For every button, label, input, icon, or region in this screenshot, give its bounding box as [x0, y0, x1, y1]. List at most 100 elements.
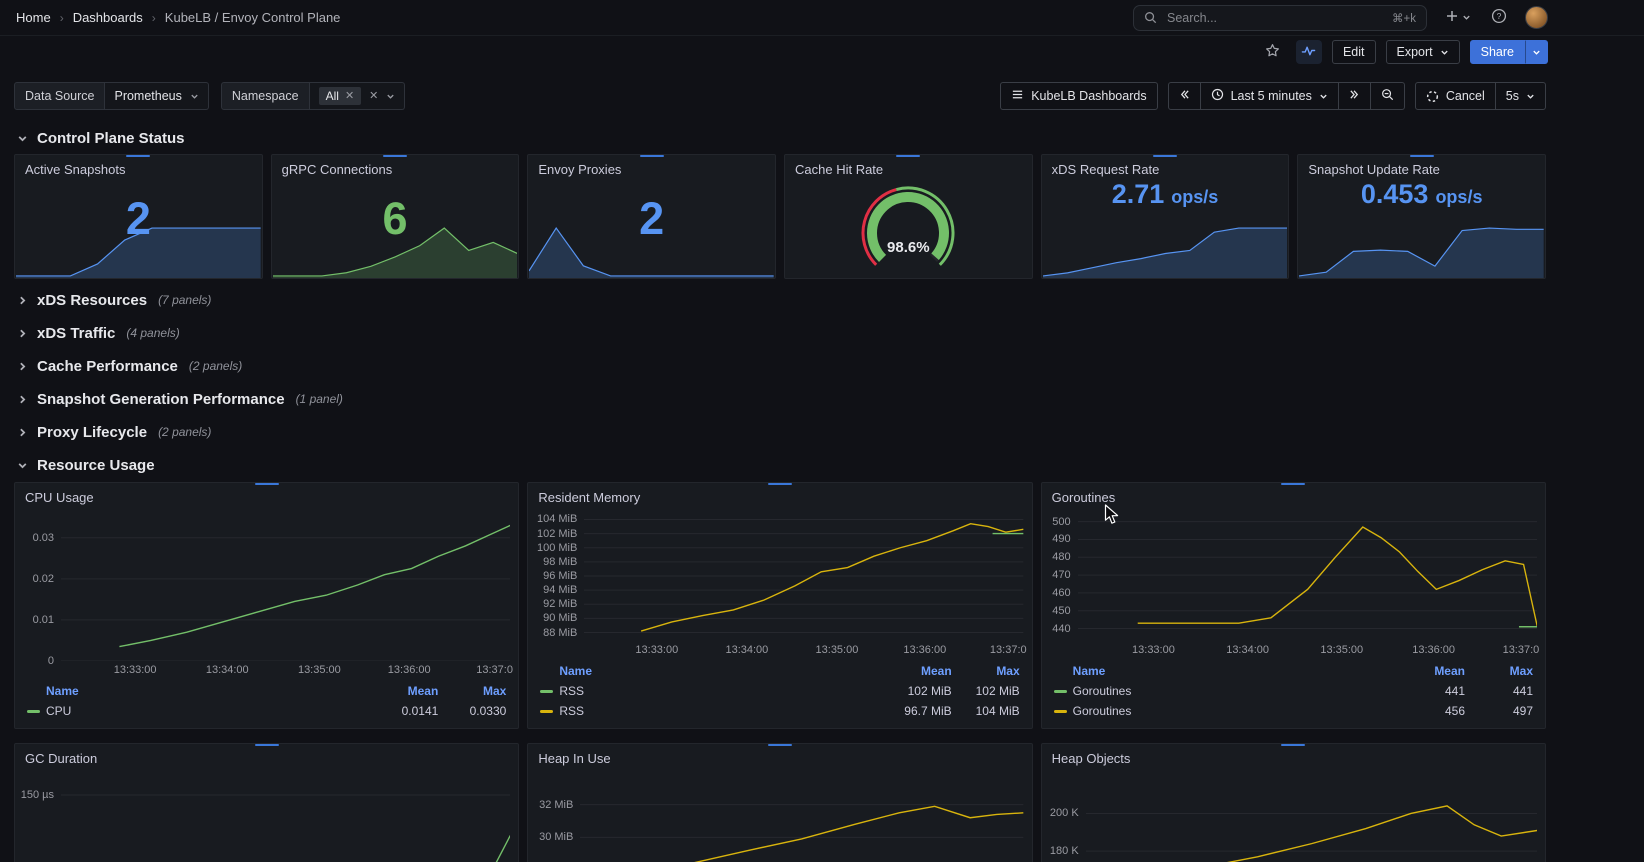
panel-title[interactable]: GC Duration: [15, 744, 518, 768]
time-shift-forward-button[interactable]: [1338, 82, 1371, 110]
datasource-select[interactable]: Prometheus: [105, 82, 208, 110]
share-button[interactable]: Share: [1470, 40, 1525, 64]
row-proxy-lifecycle[interactable]: Proxy Lifecycle (2 panels): [14, 420, 1546, 444]
legend-mean-header[interactable]: Mean: [1401, 664, 1465, 678]
chevron-down-icon: [190, 92, 199, 101]
chart-plot-area[interactable]: [1078, 511, 1537, 641]
chart-plot-area[interactable]: [61, 511, 510, 661]
gauge-value: 98.6%: [848, 239, 968, 256]
dashboard-toolbar: Edit Export Share: [0, 36, 1644, 68]
panel-title[interactable]: Envoy Proxies: [528, 155, 775, 179]
cancel-refresh-button[interactable]: Cancel: [1415, 82, 1496, 110]
time-range-group: Last 5 minutes: [1168, 82, 1405, 110]
y-axis-labels: 0.030.020.010: [15, 511, 61, 661]
row-xds-resources[interactable]: xDS Resources (7 panels): [14, 288, 1546, 312]
row-xds-traffic[interactable]: xDS Traffic (4 panels): [14, 321, 1546, 345]
search-input[interactable]: [1165, 10, 1384, 26]
breadcrumb-home[interactable]: Home: [16, 10, 51, 25]
legend-max-header[interactable]: Max: [442, 684, 506, 698]
row-control-plane-status[interactable]: Control Plane Status: [14, 126, 1546, 150]
stat-value: 2.71 ops/s: [1042, 179, 1289, 278]
panel-title[interactable]: Heap In Use: [528, 744, 1031, 768]
row-title: Proxy Lifecycle: [37, 424, 147, 441]
panel-gc-duration: GC Duration 150 µs: [14, 743, 519, 862]
clear-selection-icon[interactable]: ✕: [369, 91, 378, 102]
namespace-label: Namespace: [221, 82, 310, 110]
panel-loading-indicator: [1281, 744, 1305, 746]
legend-series-label[interactable]: Goroutines: [1054, 704, 1397, 718]
template-variables: Data Source Prometheus Namespace All ✕ ✕: [14, 82, 405, 110]
legend-max-header[interactable]: Max: [1469, 664, 1533, 678]
legend-series-label[interactable]: RSS: [540, 684, 883, 698]
stat-value: 2: [15, 179, 262, 278]
chevron-down-icon: [1532, 48, 1541, 57]
namespace-chip[interactable]: All ✕: [319, 87, 362, 105]
row-title: xDS Traffic: [37, 325, 115, 342]
chart-plot-area[interactable]: [61, 772, 510, 862]
panel-loading-indicator: [1410, 155, 1434, 157]
edit-button[interactable]: Edit: [1332, 40, 1376, 64]
legend-mean-header[interactable]: Mean: [374, 684, 438, 698]
row-resource-usage[interactable]: Resource Usage: [14, 453, 1546, 477]
panel-grpc-connections: gRPC Connections 6: [271, 154, 520, 279]
namespace-chip-label: All: [326, 89, 339, 103]
legend-mean-header[interactable]: Mean: [888, 664, 952, 678]
stat-number: 0.453: [1361, 179, 1429, 210]
refresh-interval-picker[interactable]: 5s: [1495, 82, 1546, 110]
legend-series-label[interactable]: Goroutines: [1054, 684, 1397, 698]
kubelb-dashboards-button[interactable]: KubeLB Dashboards: [1000, 82, 1157, 110]
share-menu-button[interactable]: [1525, 40, 1548, 64]
legend-name-header[interactable]: Name: [27, 684, 370, 698]
chart-plot-area[interactable]: [580, 772, 1023, 862]
row-panel-count: (7 panels): [158, 293, 211, 307]
namespace-select[interactable]: All ✕ ✕: [310, 82, 406, 110]
panel-title[interactable]: Active Snapshots: [15, 155, 262, 179]
panel-cache-hit-rate: Cache Hit Rate 98.6%: [784, 154, 1033, 279]
legend-name-header[interactable]: Name: [540, 664, 883, 678]
breadcrumb-dashboards[interactable]: Dashboards: [73, 10, 143, 25]
chip-remove-icon[interactable]: ✕: [345, 91, 354, 102]
row-snapshot-generation-performance[interactable]: Snapshot Generation Performance (1 panel…: [14, 387, 1546, 411]
panel-title[interactable]: xDS Request Rate: [1042, 155, 1289, 179]
panel-loading-indicator: [768, 744, 792, 746]
search-box[interactable]: ⌘+k: [1133, 5, 1427, 31]
stat-value: 2: [528, 179, 775, 278]
panel-title[interactable]: gRPC Connections: [272, 155, 519, 179]
panel-title[interactable]: Resident Memory: [528, 483, 1031, 507]
panel-title[interactable]: CPU Usage: [15, 483, 518, 507]
star-dashboard-button[interactable]: [1260, 40, 1286, 64]
chart-plot-area[interactable]: [584, 511, 1023, 641]
breadcrumb-current: KubeLB / Envoy Control Plane: [165, 10, 341, 25]
row-cache-performance[interactable]: Cache Performance (2 panels): [14, 354, 1546, 378]
legend-name-header[interactable]: Name: [1054, 664, 1397, 678]
panel-title[interactable]: Heap Objects: [1042, 744, 1545, 768]
chevron-right-icon: [17, 328, 28, 339]
legend-series-label[interactable]: RSS: [540, 704, 883, 718]
menu-icon: [1011, 88, 1024, 104]
datasource-value: Prometheus: [114, 89, 181, 103]
svg-text:?: ?: [1497, 11, 1502, 21]
legend-series-label[interactable]: CPU: [27, 704, 370, 718]
time-shift-back-button[interactable]: [1168, 82, 1201, 110]
resident-memory-chart: 104 MiB102 MiB100 MiB98 MiB96 MiB94 MiB9…: [528, 507, 1031, 728]
export-button[interactable]: Export: [1386, 40, 1460, 64]
clock-icon: [1211, 88, 1224, 104]
panel-title[interactable]: Snapshot Update Rate: [1298, 155, 1545, 179]
row-panel-count: (2 panels): [189, 359, 242, 373]
chart-plot-area[interactable]: [1086, 772, 1537, 862]
panel-loading-indicator: [126, 155, 150, 157]
zoom-out-time-button[interactable]: [1370, 82, 1405, 110]
time-range-label: Last 5 minutes: [1231, 89, 1312, 103]
user-avatar[interactable]: [1525, 6, 1548, 29]
insights-button[interactable]: [1296, 40, 1322, 64]
panel-goroutines: Goroutines 50049048047046045044013:33:00…: [1041, 482, 1546, 729]
panel-title[interactable]: Goroutines: [1042, 483, 1545, 507]
help-button[interactable]: ?: [1489, 6, 1509, 29]
legend-max-header[interactable]: Max: [956, 664, 1020, 678]
x-axis-labels: 13:33:0013:34:0013:35:0013:36:0013:37:0: [61, 661, 510, 678]
time-range-picker[interactable]: Last 5 minutes: [1200, 82, 1339, 110]
panel-title[interactable]: Cache Hit Rate: [785, 155, 1032, 179]
add-new-button[interactable]: [1443, 7, 1473, 28]
dashboard-content: Data Source Prometheus Namespace All ✕ ✕: [14, 82, 1546, 862]
breadcrumb-separator: ›: [152, 11, 156, 25]
